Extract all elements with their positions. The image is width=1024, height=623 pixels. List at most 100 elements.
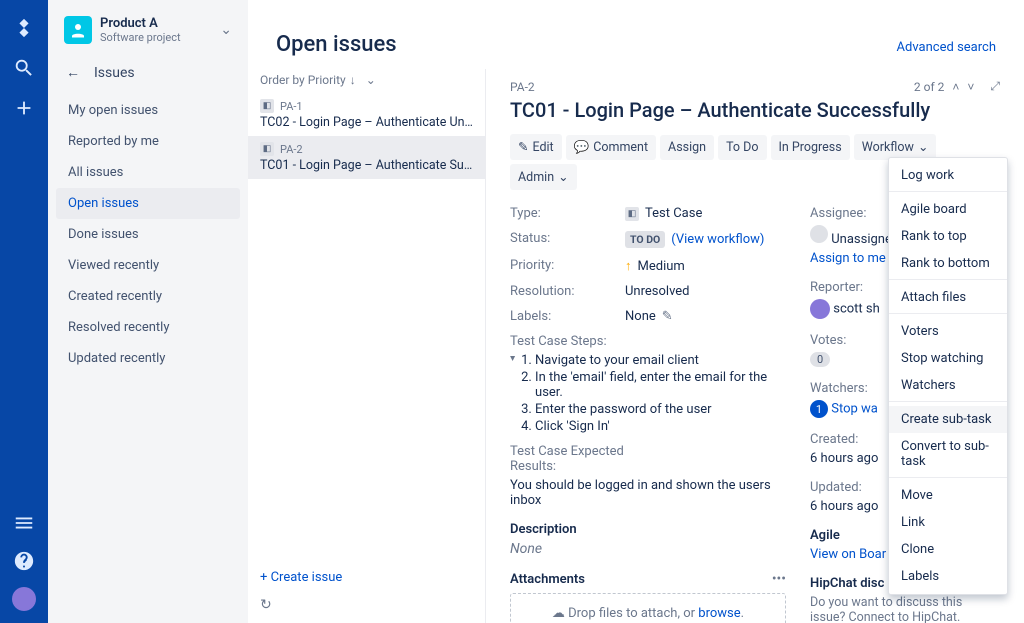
priority-medium-icon: ↑ (625, 258, 632, 274)
advanced-search-link[interactable]: Advanced search (897, 40, 996, 55)
project-header[interactable]: Product A Software project ⌄ (56, 16, 240, 60)
expected-label: Test Case Expected Results: (510, 444, 640, 474)
menu-item[interactable]: Rank to bottom (889, 250, 1007, 280)
attachments-label: Attachments (510, 572, 585, 587)
sidebar-filter-item[interactable]: Created recently (56, 281, 240, 312)
issue-list-item[interactable]: ◧PA-2TC01 - Login Page – Authenticate Su… (248, 136, 485, 179)
testcase-icon: ◧ (260, 99, 274, 113)
global-nav (0, 0, 48, 623)
chevron-down-icon: ⌄ (366, 73, 376, 87)
back-to-issues[interactable]: ← Issues (56, 60, 240, 85)
reporter-avatar (810, 299, 830, 319)
menu-item[interactable]: Voters (889, 318, 1007, 345)
sidebar-filter-item[interactable]: Open issues (56, 188, 240, 219)
labels-value: None (625, 309, 656, 324)
pencil-icon: ✎ (518, 139, 528, 155)
comment-button[interactable]: 💬Comment (566, 135, 656, 160)
steps-label: Test Case Steps: (510, 334, 786, 349)
sidebar-filter-item[interactable]: Resolved recently (56, 312, 240, 343)
expected-value: You should be logged in and shown the us… (510, 478, 786, 508)
edit-button[interactable]: ✎Edit (510, 134, 562, 160)
content: Open issues Advanced search Order by Pri… (248, 0, 1024, 623)
plus-icon[interactable] (12, 96, 36, 120)
menu-item[interactable]: Watchers (889, 372, 1007, 402)
chevron-down-icon: ⌄ (558, 169, 568, 185)
sidebar: Product A Software project ⌄ ← Issues My… (48, 0, 248, 623)
comment-icon: 💬 (574, 140, 590, 155)
menu-item[interactable]: Agile board (889, 196, 1007, 223)
project-type: Software project (100, 31, 212, 44)
expand-icon[interactable]: ⤢ (990, 79, 1000, 94)
more-actions-menu: Log work Agile boardRank to topRank to bo… (888, 157, 1008, 595)
edit-labels-icon[interactable]: ✎ (662, 309, 673, 324)
description-label: Description (510, 522, 786, 537)
issue-detail: PA-2 2 of 2 ˄ ˅ ⤢ TC01 - Login Page – Au… (486, 69, 1024, 623)
sort-arrow-icon: ↓ (350, 73, 356, 87)
menu-item[interactable]: Rank to top (889, 223, 1007, 250)
sidebar-filter-item[interactable]: Reported by me (56, 126, 240, 157)
arrow-left-icon: ← (66, 64, 80, 81)
menu-item[interactable]: Labels (889, 563, 1007, 590)
reporter-value: scott sh (833, 301, 880, 316)
next-issue-icon[interactable]: ˅ (967, 80, 974, 94)
pager: 2 of 2 ˄ ˅ ⤢ (914, 79, 1000, 94)
status-badge: TO DO (625, 231, 665, 248)
status-label: Status: (510, 231, 625, 248)
menu-item[interactable]: Log work (889, 162, 1007, 192)
menu-item[interactable]: Move (889, 482, 1007, 509)
user-avatar[interactable] (12, 587, 36, 611)
sidebar-filter-item[interactable]: Viewed recently (56, 250, 240, 281)
menu-item[interactable]: Clone (889, 536, 1007, 563)
prev-issue-icon[interactable]: ˄ (952, 80, 959, 94)
test-step: Click 'Sign In' (535, 419, 786, 434)
issue-key[interactable]: PA-2 (510, 80, 535, 94)
project-name: Product A (100, 16, 212, 31)
browse-link[interactable]: browse (698, 606, 740, 621)
votes-count: 0 (810, 352, 830, 367)
drop-text: Drop files to attach, or (568, 606, 698, 621)
attachments-dropzone[interactable]: ☁ Drop files to attach, or browse. (510, 593, 786, 623)
test-step: Enter the password of the user (535, 402, 786, 417)
sidebar-filter-item[interactable]: Updated recently (56, 343, 240, 374)
jira-icon[interactable] (12, 16, 36, 40)
sidebar-filter-item[interactable]: Done issues (56, 219, 240, 250)
issue-key: PA-1 (280, 100, 303, 113)
issue-list-item[interactable]: ◧ PA-1 TC02 - Login Page – Authenticate Un… (248, 93, 485, 136)
todo-button[interactable]: To Do (718, 135, 766, 160)
create-issue-button[interactable]: + Create issue (248, 558, 485, 597)
chevron-down-icon[interactable]: ⌄ (220, 22, 232, 38)
description-value[interactable]: None (510, 541, 786, 557)
menu-item[interactable]: Create sub-task (889, 406, 1007, 433)
issue-summary: TC02 - Login Page – Authenticate Un-Succ… (260, 115, 473, 130)
sidebar-filter-item[interactable]: All issues (56, 157, 240, 188)
view-workflow-link[interactable]: (View workflow) (671, 232, 764, 247)
test-step: Navigate to your email client (535, 353, 786, 368)
menu-item[interactable]: Convert to sub-task (889, 433, 1007, 478)
refresh-icon[interactable]: ↻ (248, 597, 485, 623)
menu-icon[interactable] (12, 511, 36, 535)
inprogress-button[interactable]: In Progress (771, 135, 850, 160)
issue-list: Order by Priority ↓ ⌄ ◧ PA-1 TC02 - Login … (248, 69, 486, 623)
issue-key: PA-2 (280, 143, 303, 156)
resolution-value: Unresolved (625, 284, 786, 299)
issue-title: TC01 - Login Page – Authenticate Success… (510, 98, 1000, 122)
collapse-icon[interactable]: ▸ (507, 356, 518, 361)
cloud-upload-icon: ☁ (552, 606, 565, 621)
attachments-more-icon[interactable]: ••• (772, 571, 786, 587)
stop-watching-link[interactable]: Stop wa (831, 402, 878, 417)
order-label: Order by Priority (260, 73, 346, 87)
unassigned-avatar-icon (810, 225, 828, 243)
sidebar-filter-item[interactable]: My open issues (56, 95, 240, 126)
menu-item[interactable]: Stop watching (889, 345, 1007, 372)
assign-button[interactable]: Assign (660, 135, 714, 160)
labels-label: Labels: (510, 309, 625, 324)
admin-button[interactable]: Admin ⌄ (510, 164, 577, 190)
priority-value: Medium (638, 259, 685, 274)
order-by[interactable]: Order by Priority ↓ ⌄ (248, 69, 485, 93)
search-icon[interactable] (12, 56, 36, 80)
help-icon[interactable] (12, 549, 36, 573)
menu-item[interactable]: Link (889, 509, 1007, 536)
test-steps: Navigate to your email clientIn the 'ema… (519, 353, 786, 436)
filter-nav: My open issuesReported by meAll issuesOp… (56, 95, 240, 374)
menu-item[interactable]: Attach files (889, 284, 1007, 314)
